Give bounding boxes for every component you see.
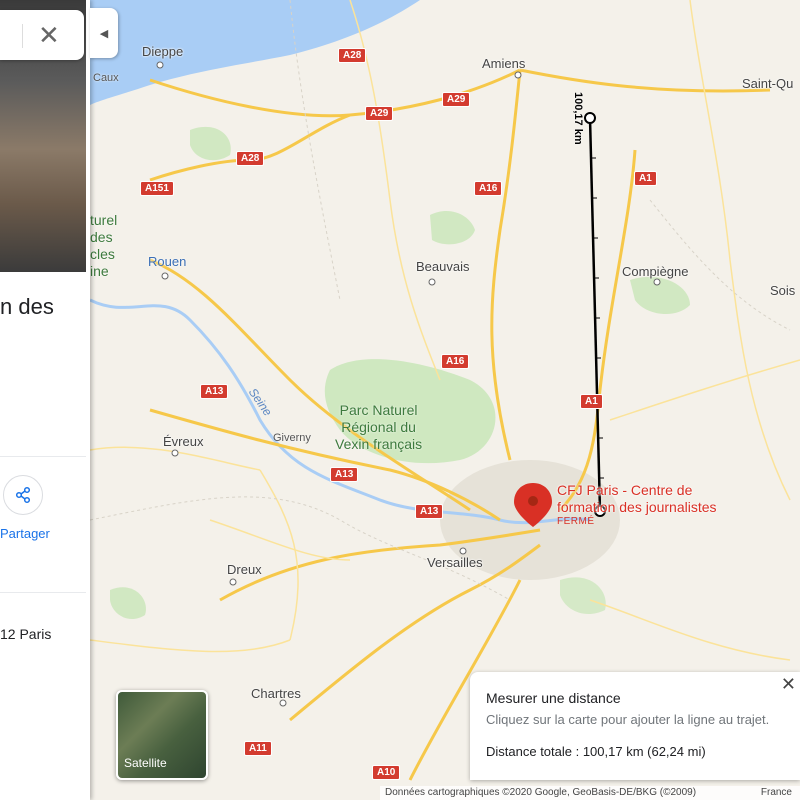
road-shield-a28: A28 — [236, 151, 265, 166]
label-fragment-1: turel — [90, 212, 118, 228]
road-shield-a29: A29 — [442, 92, 471, 107]
city-label-dreux: Dreux — [227, 562, 262, 577]
park-label-line1: Parc Naturel — [339, 402, 418, 418]
measure-instructions: Cliquez sur la carte pour ajouter la lig… — [486, 712, 770, 727]
measure-title: Mesurer une distance — [486, 690, 621, 706]
share-icon — [15, 486, 31, 504]
measure-line-label: 100,17 km — [572, 92, 584, 145]
road-shield-a13: A13 — [415, 504, 444, 519]
poi-status: FERMÉ — [557, 516, 595, 527]
share-button[interactable] — [3, 475, 43, 515]
measure-distance-card: Mesurer une distance Cliquez sur la cart… — [470, 672, 800, 780]
poi-name-line2[interactable]: formation des journalistes — [557, 499, 717, 516]
place-title: n des — [0, 294, 54, 319]
road-shield-a1: A1 — [634, 171, 657, 186]
label-fragment-4: ine — [90, 263, 109, 279]
satellite-toggle[interactable]: Satellite — [116, 690, 208, 780]
place-panel: ✕ n des Partager 12 Paris — [0, 0, 90, 800]
road-shield-a1: A1 — [580, 394, 603, 409]
measure-total: Distance totale : 100,17 km (62,24 mi) — [486, 744, 706, 759]
city-label-dieppe: Dieppe — [142, 44, 184, 59]
search-separator — [22, 24, 23, 48]
park-label-line3: Vexin français — [335, 436, 423, 452]
road-shield-a28: A28 — [338, 48, 367, 63]
road-shield-a16: A16 — [474, 181, 503, 196]
park-label: Parc Naturel Régional du Vexin français — [335, 402, 422, 453]
city-label-evreux: Évreux — [163, 434, 204, 449]
road-shield-a10: A10 — [372, 765, 401, 780]
city-label-beauvais: Beauvais — [416, 259, 470, 274]
city-label-versailles: Versailles — [427, 555, 483, 570]
park-label-line2: Régional du — [341, 419, 416, 435]
region-label[interactable]: France — [761, 787, 792, 798]
place-address[interactable]: 12 Paris — [0, 626, 51, 642]
city-label-saint-quentin: Saint-Qu — [742, 76, 794, 91]
city-label-giverny: Giverny — [273, 432, 311, 444]
poi-label[interactable]: CFJ Paris - Centre de formation des jour… — [557, 482, 717, 527]
city-label-compiegne: Compiègne — [622, 264, 689, 279]
divider — [0, 592, 86, 593]
share-label[interactable]: Partager — [0, 526, 50, 541]
poi-name-line1[interactable]: CFJ Paris - Centre de — [557, 482, 717, 499]
city-label-caux: Caux — [93, 72, 119, 84]
satellite-label: Satellite — [124, 756, 167, 770]
city-label-rouen: Rouen — [148, 254, 187, 269]
collapse-panel-button[interactable]: ◀ — [90, 8, 118, 58]
road-shield-a151: A151 — [140, 181, 174, 196]
road-shield-a29: A29 — [365, 106, 394, 121]
label-fragment-2: des — [90, 229, 113, 245]
road-shield-a13: A13 — [330, 467, 359, 482]
road-shield-a16: A16 — [441, 354, 470, 369]
search-box[interactable]: ✕ — [0, 10, 84, 60]
caret-left-icon: ◀ — [99, 27, 109, 40]
map-footer: Données cartographiques ©2020 Google, Ge… — [380, 786, 800, 800]
close-icon[interactable]: ✕ — [781, 674, 796, 695]
attribution[interactable]: Données cartographiques ©2020 Google, Ge… — [385, 787, 696, 798]
label-fragment-3: cles — [90, 246, 115, 262]
road-shield-a13: A13 — [200, 384, 229, 399]
close-icon[interactable]: ✕ — [38, 20, 60, 51]
city-label-soissons: Sois — [770, 283, 796, 298]
city-label-amiens: Amiens — [482, 56, 526, 71]
city-label-chartres: Chartres — [251, 686, 301, 701]
divider — [0, 456, 86, 457]
road-shield-a11: A11 — [244, 741, 272, 756]
